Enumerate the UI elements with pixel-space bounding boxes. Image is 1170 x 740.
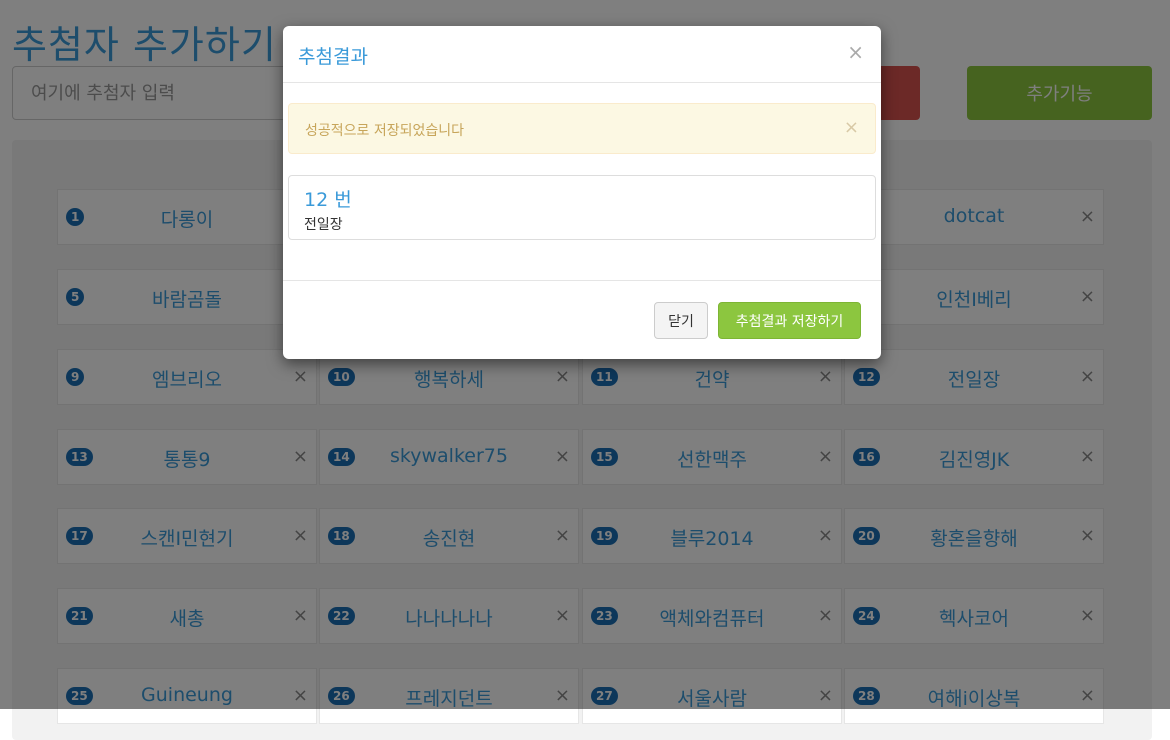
result-name: 전일장 xyxy=(304,217,343,233)
modal-footer: 닫기 추첨결과 저장하기 xyxy=(283,280,881,360)
result-modal: 추첨결과 × 성공적으로 저장되었습니다 × 12 번 전일장 닫기 추첨결과 … xyxy=(283,26,881,359)
result-card: 12 번 전일장 xyxy=(288,175,876,240)
modal-close-icon[interactable]: × xyxy=(847,40,864,64)
close-button[interactable]: 닫기 xyxy=(654,302,708,339)
result-number: 12 번 xyxy=(304,189,352,211)
alert-message: 성공적으로 저장되었습니다 xyxy=(305,123,465,139)
modal-header: 추첨결과 × xyxy=(283,26,881,83)
modal-title: 추첨결과 xyxy=(298,46,368,68)
save-result-button[interactable]: 추첨결과 저장하기 xyxy=(718,302,861,339)
success-alert: 성공적으로 저장되었습니다 × xyxy=(288,103,876,154)
alert-close-icon[interactable]: × xyxy=(844,117,859,138)
